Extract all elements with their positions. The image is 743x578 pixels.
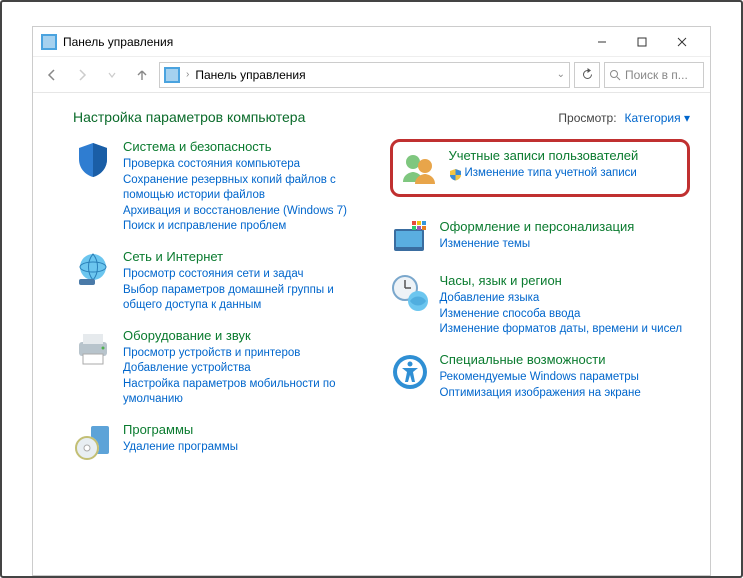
content-area: Настройка параметров компьютера Просмотр… xyxy=(33,93,710,575)
category-link[interactable]: Просмотр состояния сети и задач xyxy=(123,267,374,283)
recent-dropdown[interactable] xyxy=(99,62,125,88)
category-title[interactable]: Специальные возможности xyxy=(440,352,691,368)
category-network-internet: Сеть и Интернет Просмотр состояния сети … xyxy=(73,249,374,314)
category-hardware-sound: Оборудование и звук Просмотр устройств и… xyxy=(73,328,374,408)
category-user-accounts: Учетные записи пользователей Изменение т… xyxy=(399,148,680,188)
highlighted-category: Учетные записи пользователей Изменение т… xyxy=(390,139,691,197)
category-clock-language: Часы, язык и регион Добавление языка Изм… xyxy=(390,273,691,338)
right-column: Учетные записи пользователей Изменение т… xyxy=(390,139,691,462)
accessibility-icon xyxy=(390,352,430,392)
up-button[interactable] xyxy=(129,62,155,88)
left-column: Система и безопасность Проверка состояни… xyxy=(73,139,374,462)
control-panel-window: Панель управления › Панель управления ⌄ … xyxy=(32,26,711,576)
refresh-button[interactable] xyxy=(574,62,600,88)
control-panel-icon xyxy=(41,34,57,50)
category-link[interactable]: Оптимизация изображения на экране xyxy=(440,386,691,402)
breadcrumb[interactable]: Панель управления xyxy=(195,68,305,82)
globe-network-icon xyxy=(73,249,113,289)
category-title[interactable]: Оформление и персонализация xyxy=(440,219,691,235)
control-panel-icon xyxy=(164,67,180,83)
search-input[interactable]: Поиск в п... xyxy=(604,62,704,88)
users-icon xyxy=(399,148,439,188)
category-appearance: Оформление и персонализация Изменение те… xyxy=(390,219,691,259)
category-link[interactable]: Настройка параметров мобильности по умол… xyxy=(123,377,374,408)
category-link-shielded[interactable]: Изменение типа учетной записи xyxy=(449,166,680,182)
forward-button[interactable] xyxy=(69,62,95,88)
category-title[interactable]: Система и безопасность xyxy=(123,139,374,155)
shield-icon xyxy=(73,139,113,179)
chevron-right-icon: › xyxy=(186,69,189,80)
page-title: Настройка параметров компьютера xyxy=(73,109,305,125)
view-dropdown[interactable]: Категория ▾ xyxy=(625,111,690,125)
category-title[interactable]: Часы, язык и регион xyxy=(440,273,691,289)
category-link[interactable]: Архивация и восстановление (Windows 7) xyxy=(123,204,374,220)
category-link[interactable]: Поиск и исправление проблем xyxy=(123,219,374,235)
uac-shield-icon xyxy=(449,168,462,181)
window-title: Панель управления xyxy=(63,35,582,49)
category-link[interactable]: Добавление языка xyxy=(440,291,691,307)
category-link[interactable]: Проверка состояния компьютера xyxy=(123,157,374,173)
category-link[interactable]: Рекомендуемые Windows параметры xyxy=(440,370,691,386)
chevron-down-icon[interactable]: ⌄ xyxy=(557,69,565,80)
printer-icon xyxy=(73,328,113,368)
clock-globe-icon xyxy=(390,273,430,313)
minimize-button[interactable] xyxy=(582,28,622,56)
maximize-button[interactable] xyxy=(622,28,662,56)
view-selector: Просмотр: Категория ▾ xyxy=(558,111,690,125)
titlebar: Панель управления xyxy=(33,27,710,57)
category-link[interactable]: Удаление программы xyxy=(123,440,374,456)
category-link[interactable]: Добавление устройства xyxy=(123,361,374,377)
close-button[interactable] xyxy=(662,28,702,56)
category-link[interactable]: Сохранение резервных копий файлов с помо… xyxy=(123,173,374,204)
category-link[interactable]: Просмотр устройств и принтеров xyxy=(123,346,374,362)
address-bar[interactable]: › Панель управления ⌄ xyxy=(159,62,570,88)
category-link[interactable]: Изменение темы xyxy=(440,237,691,253)
category-title[interactable]: Сеть и Интернет xyxy=(123,249,374,265)
monitor-palette-icon xyxy=(390,219,430,259)
search-icon xyxy=(609,69,621,81)
category-accessibility: Специальные возможности Рекомендуемые Wi… xyxy=(390,352,691,401)
category-link[interactable]: Выбор параметров домашней группы и общег… xyxy=(123,283,374,314)
category-link[interactable]: Изменение способа ввода xyxy=(440,307,691,323)
category-link[interactable]: Изменение форматов даты, времени и чисел xyxy=(440,322,691,338)
search-placeholder: Поиск в п... xyxy=(625,68,688,82)
category-title[interactable]: Оборудование и звук xyxy=(123,328,374,344)
category-title[interactable]: Учетные записи пользователей xyxy=(449,148,680,164)
category-system-security: Система и безопасность Проверка состояни… xyxy=(73,139,374,235)
category-programs: Программы Удаление программы xyxy=(73,422,374,462)
back-button[interactable] xyxy=(39,62,65,88)
category-title[interactable]: Программы xyxy=(123,422,374,438)
navigation-bar: › Панель управления ⌄ Поиск в п... xyxy=(33,57,710,93)
view-label: Просмотр: xyxy=(558,111,616,125)
disc-box-icon xyxy=(73,422,113,462)
